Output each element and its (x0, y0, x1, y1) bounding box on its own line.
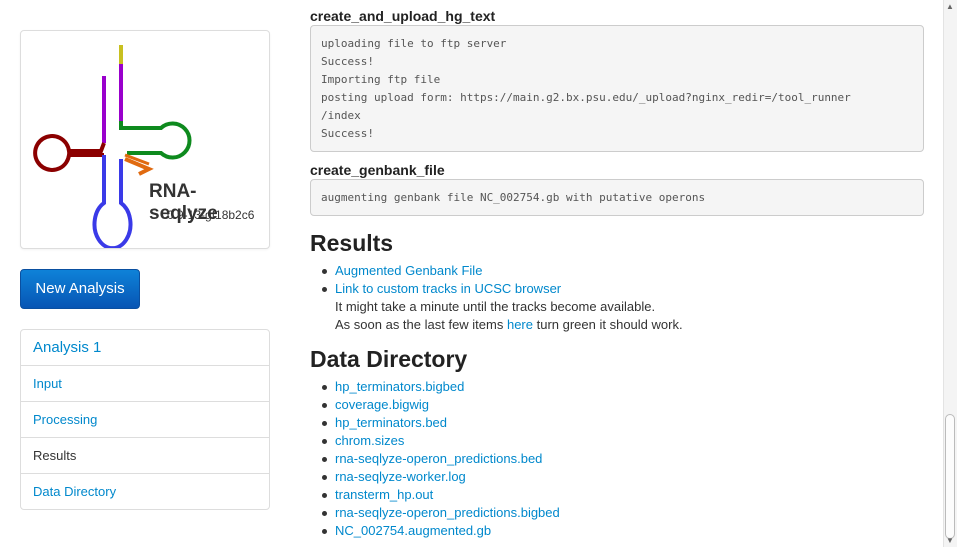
scrollbar-thumb[interactable] (945, 414, 955, 539)
note-text: As soon as the last few items (335, 317, 507, 332)
nav-item-processing[interactable]: Processing (21, 401, 269, 437)
log-line: Success! (321, 127, 374, 140)
file-link[interactable]: rna-seqlyze-worker.log (335, 469, 466, 484)
file-link[interactable]: coverage.bigwig (335, 397, 429, 412)
log-output-block: uploading file to ftp server Success! Impo… (310, 25, 924, 152)
list-item: coverage.bigwig (322, 396, 560, 414)
data-directory-list: hp_terminators.bigbed coverage.bigwig hp… (310, 378, 560, 540)
list-item: NC_002754.augmented.gb (322, 522, 560, 540)
file-link[interactable]: rna-seqlyze-operon_predictions.bed (335, 451, 542, 466)
log-output-block: augmenting genbank file NC_002754.gb wit… (310, 179, 924, 216)
app-version: 0.9-13-gf18b2c6 (167, 208, 255, 222)
logo-card: RNA-seqlyze 0.9-13-gf18b2c6 (20, 30, 270, 249)
results-heading: Results (310, 230, 394, 256)
file-link[interactable]: hp_terminators.bigbed (335, 379, 464, 394)
list-item: rna-seqlyze-operon_predictions.bed (322, 450, 560, 468)
log-section-title: create_genbank_file (310, 162, 445, 178)
nav-item-analysis[interactable]: Analysis 1 (21, 330, 269, 365)
list-item: rna-seqlyze-operon_predictions.bigbed (322, 504, 560, 522)
log-line: /index (321, 109, 361, 122)
log-line: posting upload form: https://main.g2.bx.… (321, 91, 851, 104)
log-line: Success! (321, 55, 374, 68)
nav-item-results[interactable]: Results (21, 437, 269, 473)
log-line: uploading file to ftp server (321, 37, 507, 50)
log-line: augmenting genbank file NC_002754.gb wit… (321, 191, 706, 204)
list-item: transterm_hp.out (322, 486, 560, 504)
list-item: chrom.sizes (322, 432, 560, 450)
list-item: Augmented Genbank File (322, 262, 683, 280)
nav-item-data-directory[interactable]: Data Directory (21, 473, 269, 509)
new-analysis-button[interactable]: New Analysis (20, 269, 140, 309)
scroll-down-icon[interactable]: ▼ (946, 536, 954, 545)
augmented-genbank-link[interactable]: Augmented Genbank File (335, 263, 482, 278)
file-link[interactable]: NC_002754.augmented.gb (335, 523, 491, 538)
scroll-up-icon[interactable]: ▲ (946, 2, 954, 11)
list-item: hp_terminators.bigbed (322, 378, 560, 396)
list-item: hp_terminators.bed (322, 414, 560, 432)
results-list: Augmented Genbank File Link to custom tr… (310, 262, 683, 334)
file-link[interactable]: rna-seqlyze-operon_predictions.bigbed (335, 505, 560, 520)
file-link[interactable]: hp_terminators.bed (335, 415, 447, 430)
note-text: turn green it should work. (533, 317, 683, 332)
nav-item-input[interactable]: Input (21, 365, 269, 401)
log-line: Importing ftp file (321, 73, 441, 86)
analysis-nav: Analysis 1 Input Processing Results Data… (20, 329, 270, 510)
results-note: It might take a minute until the tracks … (335, 299, 656, 314)
log-section-title: create_and_upload_hg_text (310, 8, 496, 24)
page-scrollbar[interactable]: ▲ ▼ (943, 0, 957, 547)
data-directory-heading: Data Directory (310, 346, 468, 372)
ucsc-tracks-link[interactable]: Link to custom tracks in UCSC browser (335, 281, 561, 296)
list-item: Link to custom tracks in UCSC browser (322, 280, 683, 298)
here-link[interactable]: here (507, 317, 533, 332)
file-link[interactable]: chrom.sizes (335, 433, 404, 448)
file-link[interactable]: transterm_hp.out (335, 487, 433, 502)
list-item: rna-seqlyze-worker.log (322, 468, 560, 486)
results-note: As soon as the last few items here turn … (335, 316, 683, 334)
